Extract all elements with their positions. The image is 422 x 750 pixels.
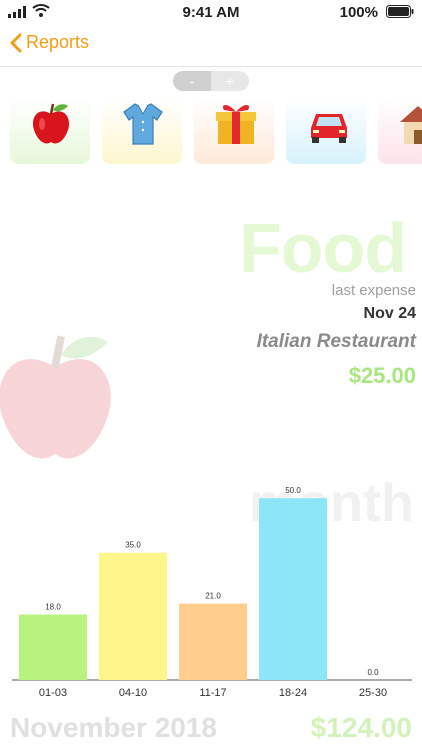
shirt-icon xyxy=(123,103,163,145)
last-expense-label: last expense xyxy=(331,282,416,299)
apple-icon xyxy=(32,103,70,144)
category-carousel[interactable] xyxy=(0,98,422,170)
chevron-left-icon xyxy=(10,33,22,52)
x-tick-label: 25-30 xyxy=(359,687,387,699)
zoom-stepper[interactable]: - + xyxy=(173,71,249,91)
bar-04-10 xyxy=(99,552,167,680)
category-clothing[interactable] xyxy=(102,98,182,164)
category-title: Food xyxy=(238,209,407,287)
last-expense-merchant: Italian Restaurant xyxy=(256,331,416,352)
navigation-bar: Reports xyxy=(0,28,422,67)
x-tick-label: 01-03 xyxy=(39,687,67,699)
last-expense-amount: $25.00 xyxy=(348,363,416,388)
battery-icon xyxy=(386,5,414,18)
back-button[interactable]: Reports xyxy=(10,32,89,53)
bar-value-label: 18.0 xyxy=(45,603,61,612)
gift-icon xyxy=(216,105,256,144)
bar-value-label: 50.0 xyxy=(285,486,301,495)
bar-value-label: 21.0 xyxy=(205,592,221,601)
status-bar: 9:41 AM 100% xyxy=(0,0,422,24)
weekly-expense-chart: 18.0 01-03 35.0 04-10 21.0 11-17 50.0 18-24 0.0 2… xyxy=(12,486,412,699)
category-transport[interactable] xyxy=(286,98,366,164)
bar-value-label: 0.0 xyxy=(367,668,379,677)
battery-percentage: 100% xyxy=(339,4,378,21)
category-food[interactable] xyxy=(10,98,90,164)
stepper-minus-button[interactable]: - xyxy=(173,71,211,91)
stepper-plus-button[interactable]: + xyxy=(211,71,249,91)
x-tick-label: 11-17 xyxy=(199,687,226,699)
house-icon xyxy=(400,106,422,144)
back-button-label: Reports xyxy=(26,32,90,52)
x-tick-label: 04-10 xyxy=(119,687,147,699)
bar-11-17 xyxy=(179,603,247,680)
month-total: $124.00 xyxy=(310,712,412,743)
bar-value-label: 35.0 xyxy=(125,541,141,550)
bar-01-03 xyxy=(19,614,87,680)
car-icon xyxy=(311,114,347,143)
month-label: November 2018 xyxy=(10,712,218,743)
x-tick-label: 18-24 xyxy=(279,687,307,699)
category-housing[interactable] xyxy=(378,98,422,164)
last-expense-date: Nov 24 xyxy=(363,305,416,322)
apple-watermark-icon xyxy=(0,335,111,459)
category-gifts[interactable] xyxy=(194,98,274,164)
bar-18-24 xyxy=(259,498,327,680)
